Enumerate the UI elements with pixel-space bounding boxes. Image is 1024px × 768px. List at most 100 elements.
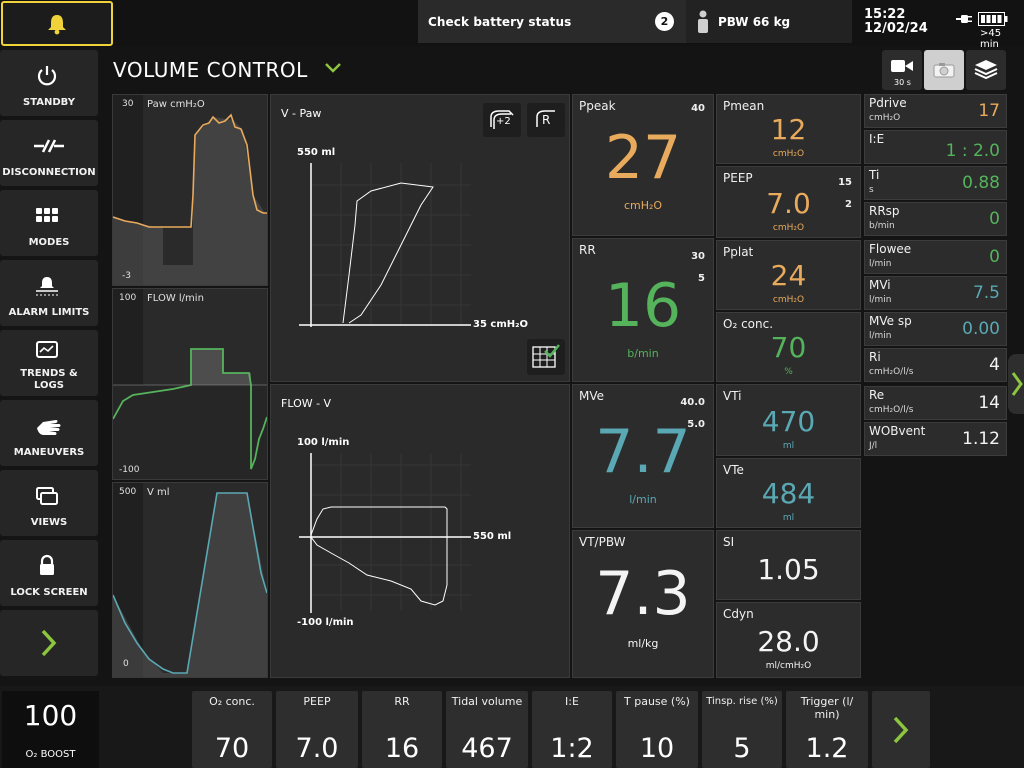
flow-v-loop-panel[interactable]: FLOW - V 100 l/min -100 l/min 550 ml — [270, 384, 570, 678]
o2-boost-value: 100 — [23, 699, 78, 732]
vt-pbw-tile[interactable]: VT/PBW 7.3 ml/kg — [572, 530, 714, 678]
small-param-row[interactable]: Flowee l/min 0 — [864, 240, 1007, 274]
mve-limit-high: 40.0 — [680, 397, 705, 408]
pplat-tile[interactable]: Pplat 24 cmH₂O — [716, 240, 861, 310]
layers-button[interactable] — [966, 50, 1006, 90]
setting-name: PEEP — [303, 695, 331, 708]
patient-info[interactable]: PBW 66 kg — [686, 0, 852, 43]
setting-tinsp-rise[interactable]: Tinsp. rise (%) 5 — [702, 691, 782, 768]
small-param-row[interactable]: I:E 1 : 2.0 — [864, 130, 1007, 164]
wobvent-name: WOBvent — [869, 424, 926, 438]
ppeak-tile[interactable]: Ppeak 40 27 cmH₂O — [572, 94, 714, 236]
camera-icon — [933, 63, 955, 78]
v-paw-x-label: 35 cmH₂O — [473, 319, 528, 330]
small-param-row[interactable]: Ri cmH₂O/l/s 4 — [864, 348, 1007, 382]
modes-label: MODES — [28, 237, 70, 248]
loop-grid-toggle[interactable] — [527, 339, 565, 375]
setting-ie[interactable]: I:E 1:2 — [532, 691, 612, 768]
layers-icon — [974, 60, 998, 80]
small-param-row[interactable]: Ti s 0.88 — [864, 166, 1007, 200]
ti-unit: s — [869, 185, 874, 195]
v-paw-loop-panel[interactable]: V - Paw +2 R 550 ml 35 cmH₂O — [270, 94, 570, 382]
record-button[interactable]: 30 s — [882, 50, 922, 90]
volume-waveform-panel[interactable]: V ml 500 0 — [112, 482, 268, 678]
alarm-silence-button[interactable] — [1, 1, 113, 46]
modes-button[interactable]: MODES — [0, 190, 98, 256]
volume-label: V ml — [147, 487, 170, 498]
setting-o2-conc[interactable]: O₂ conc. 70 — [192, 691, 272, 768]
disconnection-button[interactable]: DISCONNECTION — [0, 120, 98, 186]
hand-icon — [37, 420, 61, 435]
si-value: 1.05 — [757, 553, 820, 586]
battery-remaining: >45 min — [980, 28, 1002, 50]
chevron-down-icon[interactable] — [324, 62, 342, 74]
flow-label: FLOW l/min — [147, 293, 204, 304]
pmean-unit: cmH₂O — [772, 149, 805, 159]
setting-peep[interactable]: PEEP 7.0 — [276, 691, 358, 768]
mode-title[interactable]: VOLUME CONTROL — [113, 58, 308, 82]
vti-value: 470 — [761, 405, 816, 438]
rrsp-value: 0 — [989, 209, 1000, 229]
flow-waveform — [113, 289, 267, 479]
setting-trigger[interactable]: Trigger (l/ min) 1.2 — [786, 691, 868, 768]
setting-rr[interactable]: RR 16 — [362, 691, 442, 768]
small-param-row[interactable]: RRsp b/min 0 — [864, 202, 1007, 236]
pplat-unit: cmH₂O — [772, 295, 805, 305]
settings-more-button[interactable] — [872, 691, 930, 768]
small-param-row[interactable]: Pdrive cmH₂O 17 — [864, 94, 1007, 128]
ti-value: 0.88 — [962, 173, 1000, 193]
mve-tile[interactable]: MVe 40.0 5.0 7.7 l/min — [572, 384, 714, 528]
peep-tile[interactable]: PEEP 15 2 7.0 cmH₂O — [716, 166, 861, 238]
paw-waveform — [113, 95, 267, 285]
setting-tidal-volume[interactable]: Tidal volume 467 — [446, 691, 528, 768]
nav-more-button[interactable] — [0, 610, 98, 676]
standby-label: STANDBY — [23, 97, 75, 108]
views-label: VIEWS — [30, 517, 68, 528]
standby-button[interactable]: STANDBY — [0, 50, 98, 116]
rr-tile[interactable]: RR 30 5 16 b/min — [572, 238, 714, 382]
ti-name: Ti — [869, 168, 880, 182]
flow-waveform-panel[interactable]: FLOW l/min 100 -100 — [112, 288, 268, 480]
maneuvers-button[interactable]: MANEUVERS — [0, 400, 98, 466]
o2-conc-name: O₂ conc. — [723, 317, 774, 331]
pmean-tile[interactable]: Pmean 12 cmH₂O — [716, 94, 861, 164]
flow-v-x-label: 550 ml — [473, 531, 512, 542]
v-paw-y-label: 550 ml — [297, 147, 336, 158]
small-param-row[interactable]: MVi l/min 7.5 — [864, 276, 1007, 310]
ie-name: I:E — [869, 132, 885, 146]
wobvent-value: 1.12 — [962, 429, 1000, 449]
small-param-row[interactable]: MVe sp l/min 0.00 — [864, 312, 1007, 346]
setting-t-pause[interactable]: T pause (%) 10 — [616, 691, 698, 768]
cdyn-tile[interactable]: Cdyn 28.0 ml/cmH₂O — [716, 602, 861, 678]
lock-screen-button[interactable]: LOCK SCREEN — [0, 540, 98, 606]
paw-waveform-panel[interactable]: Paw cmH₂O 30 -3 — [112, 94, 268, 286]
re-unit: cmH₂O/l/s — [869, 405, 914, 415]
ri-value: 4 — [989, 355, 1000, 375]
small-param-row[interactable]: Re cmH₂O/l/s 14 — [864, 386, 1007, 420]
setting-value: 1.2 — [805, 733, 849, 764]
ri-unit: cmH₂O/l/s — [869, 367, 914, 377]
maneuvers-label: MANEUVERS — [13, 447, 85, 458]
expand-panel-tab[interactable] — [1008, 354, 1024, 414]
o2-boost-button[interactable]: 100 O₂ BOOST — [2, 691, 99, 768]
peep-unit: cmH₂O — [772, 223, 805, 233]
setting-name: Tidal volume — [451, 695, 523, 708]
setting-value: 1:2 — [550, 733, 594, 764]
alarm-message-bar[interactable]: Check battery status 2 — [418, 0, 686, 43]
small-param-row[interactable]: WOBvent J/l 1.12 — [864, 422, 1007, 456]
vte-unit: ml — [782, 513, 795, 523]
vte-tile[interactable]: VTe 484 ml — [716, 458, 861, 528]
vti-tile[interactable]: VTi 470 ml — [716, 384, 861, 456]
mvi-name: MVi — [869, 278, 891, 292]
o2-conc-tile[interactable]: O₂ conc. 70 % — [716, 312, 861, 382]
o2-conc-unit: % — [784, 367, 793, 377]
trends-logs-button[interactable]: TRENDS & LOGS — [0, 330, 98, 396]
mvi-value: 7.5 — [972, 283, 1000, 303]
snapshot-button[interactable] — [924, 50, 964, 90]
views-button[interactable]: VIEWS — [0, 470, 98, 536]
alarm-limits-button[interactable]: ALARM LIMITS — [0, 260, 98, 326]
mve-name: MVe — [579, 389, 605, 403]
si-tile[interactable]: SI 1.05 — [716, 530, 861, 600]
chevron-right-icon — [893, 716, 909, 744]
disconnection-label: DISCONNECTION — [2, 167, 96, 178]
